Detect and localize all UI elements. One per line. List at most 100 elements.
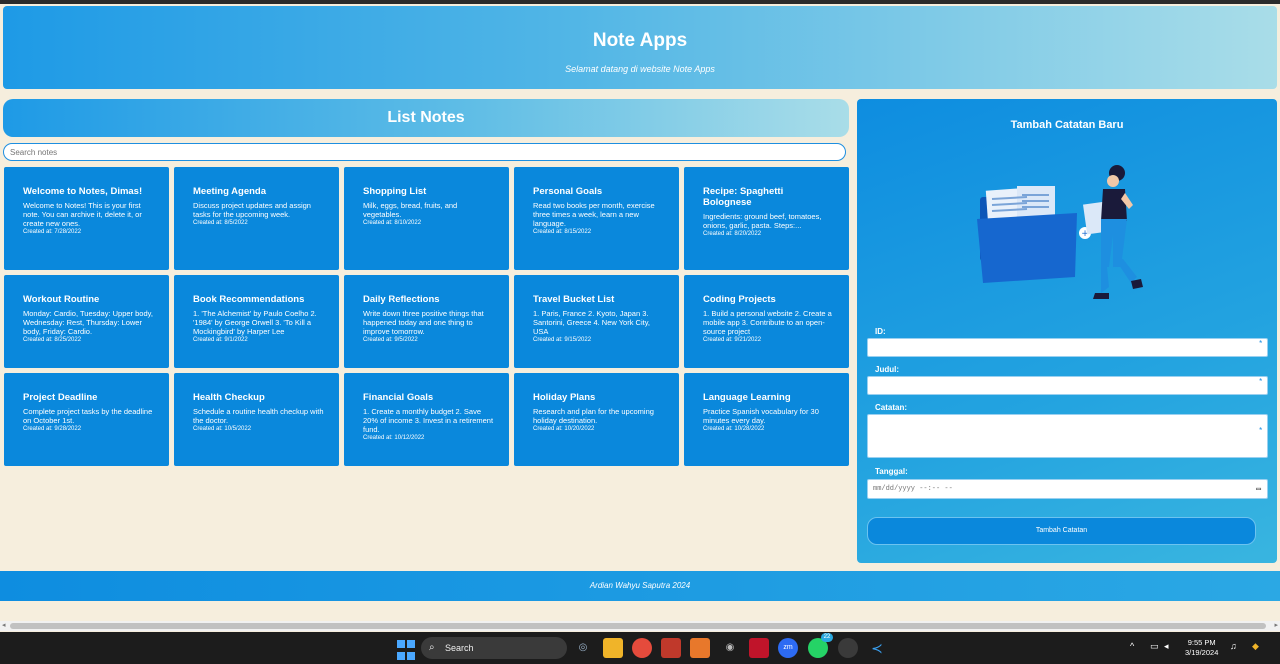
note-card[interactable]: Holiday Plans Research and plan for the … (514, 373, 679, 466)
judul-label: Judul: (875, 365, 899, 374)
add-note-panel: Tambah Catatan Baru + ID: * Judul: * Cat… (857, 99, 1277, 563)
note-card[interactable]: Financial Goals 1. Create a monthly budg… (344, 373, 509, 466)
note-card[interactable]: Coding Projects 1. Build a personal webs… (684, 275, 849, 368)
vscode-icon[interactable]: ≺ (867, 638, 887, 658)
app-subtitle: Selamat datang di website Note Apps (565, 64, 715, 74)
chevron-up-icon[interactable]: ^ (1130, 641, 1134, 651)
note-card[interactable]: Daily Reflections Write down three posit… (344, 275, 509, 368)
date-placeholder: mm/dd/yyyy --:-- -- (873, 485, 953, 493)
catatan-textarea[interactable]: * (867, 414, 1268, 458)
note-body: 1. Paris, France 2. Kyoto, Japan 3. Sant… (533, 309, 650, 336)
required-mark: * (1258, 427, 1263, 436)
note-body: Complete project tasks by the deadline o… (23, 407, 153, 425)
note-body: Milk, eggs, bread, fruits, and vegetable… (363, 201, 458, 219)
note-body: 1. Create a monthly budget 2. Save 20% o… (363, 407, 494, 434)
site-footer: Ardian Wahyu Saputra 2024 (0, 571, 1280, 601)
note-card[interactable]: Travel Bucket List 1. Paris, France 2. K… (514, 275, 679, 368)
search-notes-input[interactable] (3, 143, 846, 161)
windows-start-icon[interactable] (396, 638, 416, 660)
notification-badge: 22 (821, 633, 833, 642)
note-title: Welcome to Notes, Dimas! (23, 186, 143, 197)
note-body: Ingredients: ground beef, tomatoes, onio… (703, 212, 822, 230)
note-card[interactable]: Welcome to Notes, Dimas! Welcome to Note… (4, 167, 169, 270)
note-title: Workout Routine (23, 294, 100, 305)
note-card[interactable]: Project Deadline Complete project tasks … (4, 373, 169, 466)
tambah-catatan-button[interactable]: Tambah Catatan (867, 517, 1256, 545)
note-body: Monday: Cardio, Tuesday: Upper body, Wed… (23, 309, 153, 336)
note-date: Created at: 7/28/2022 (23, 229, 82, 235)
note-body: Schedule a routine health checkup with t… (193, 407, 324, 425)
note-title: Meeting Agenda (193, 186, 267, 197)
horizontal-scrollbar[interactable]: ◂ ▸ (0, 621, 1280, 631)
scrollbar-thumb[interactable] (10, 623, 1266, 629)
note-title: Financial Goals (363, 392, 434, 403)
note-card[interactable]: Workout Routine Monday: Cardio, Tuesday:… (4, 275, 169, 368)
note-title: Book Recommendations (193, 294, 305, 305)
judul-input[interactable]: * (867, 376, 1268, 395)
clock-time: 9:55 PM (1187, 638, 1216, 647)
footer-credit: Ardian Wahyu Saputra 2024 (589, 581, 691, 590)
note-date: Created at: 9/28/2022 (23, 426, 82, 432)
zoom-icon[interactable]: zm (778, 638, 798, 658)
note-title: Daily Reflections (363, 294, 440, 305)
network-icon[interactable]: ▭ (1150, 641, 1159, 652)
note-date: Created at: 9/5/2022 (363, 337, 418, 343)
note-date: Created at: 8/10/2022 (363, 220, 422, 226)
note-card[interactable]: Health Checkup Schedule a routine health… (174, 373, 339, 466)
xampp-icon[interactable] (690, 638, 710, 658)
note-card[interactable]: Language Learning Practice Spanish vocab… (684, 373, 849, 466)
calendar-icon[interactable]: ▭ (1256, 483, 1261, 497)
list-notes-header: List Notes (3, 99, 849, 137)
folder-illustration: + (977, 165, 1143, 299)
id-input[interactable]: * (867, 338, 1268, 357)
app-icon[interactable] (661, 638, 681, 658)
note-card[interactable]: Book Recommendations 1. 'The Alchemist' … (174, 275, 339, 368)
taskbar-search-label: Search (445, 643, 474, 653)
note-date: Created at: 9/15/2022 (533, 337, 592, 343)
file-explorer-icon[interactable] (603, 638, 623, 658)
note-card[interactable]: Meeting Agenda Discuss project updates a… (174, 167, 339, 270)
add-note-title: Tambah Catatan Baru (1010, 119, 1124, 131)
steam-icon[interactable]: ◎ (573, 638, 593, 658)
note-card[interactable]: Shopping List Milk, eggs, bread, fruits,… (344, 167, 509, 270)
tanggal-label: Tanggal: (875, 467, 908, 476)
note-title: Health Checkup (193, 392, 265, 403)
github-icon[interactable]: ◉ (720, 638, 740, 658)
chrome-icon[interactable] (632, 638, 652, 658)
site-header: Note Apps Selamat datang di website Note… (3, 6, 1277, 89)
note-title: Coding Projects (703, 294, 776, 305)
note-body: Welcome to Notes! This is your first not… (23, 201, 142, 228)
note-date: Created at: 8/5/2022 (193, 220, 248, 226)
note-date: Created at: 9/21/2022 (703, 337, 762, 343)
volume-icon[interactable]: ◂ (1164, 641, 1169, 652)
app-icon[interactable] (749, 638, 769, 658)
note-date: Created at: 10/20/2022 (533, 426, 595, 432)
copilot-icon[interactable]: ◆ (1252, 641, 1259, 652)
note-body: Discuss project updates and assign tasks… (193, 201, 311, 219)
note-date: Created at: 10/5/2022 (193, 426, 252, 432)
tanggal-input[interactable]: mm/dd/yyyy --:-- -- ▭ (867, 479, 1268, 499)
whatsapp-icon[interactable]: 22 (808, 633, 833, 658)
note-date: Created at: 9/1/2022 (193, 337, 248, 343)
note-title: Recipe: Spaghetti Bolognese (703, 186, 784, 208)
note-body: 1. 'The Alchemist' by Paulo Coelho 2. '1… (193, 309, 317, 336)
clock-date: 3/19/2024 (1185, 648, 1219, 657)
note-card[interactable]: Personal Goals Read two books per month,… (514, 167, 679, 270)
chrome-active-icon[interactable] (838, 638, 858, 658)
note-date: Created at: 10/12/2022 (363, 435, 425, 441)
taskbar-search[interactable]: ⌕ Search (421, 637, 567, 659)
note-title: Travel Bucket List (533, 294, 615, 305)
note-card[interactable]: Recipe: Spaghetti Bolognese Ingredients:… (684, 167, 849, 270)
list-notes-title: List Notes (387, 109, 465, 126)
notification-icon[interactable]: ♫ (1230, 641, 1237, 651)
note-date: Created at: 8/25/2022 (23, 337, 82, 343)
note-body: Practice Spanish vocabulary for 30 minut… (703, 407, 819, 425)
scroll-right-icon[interactable]: ▸ (1274, 621, 1278, 631)
system-clock[interactable]: 9:55 PM 3/19/2024 (1185, 638, 1218, 658)
scroll-left-icon[interactable]: ◂ (2, 621, 6, 631)
required-mark: * (1258, 378, 1263, 387)
required-mark: * (1258, 340, 1263, 349)
catatan-label: Catatan: (875, 403, 908, 412)
note-body: 1. Build a personal website 2. Create a … (703, 309, 832, 336)
note-body: Read two books per month, exercise three… (533, 201, 655, 228)
